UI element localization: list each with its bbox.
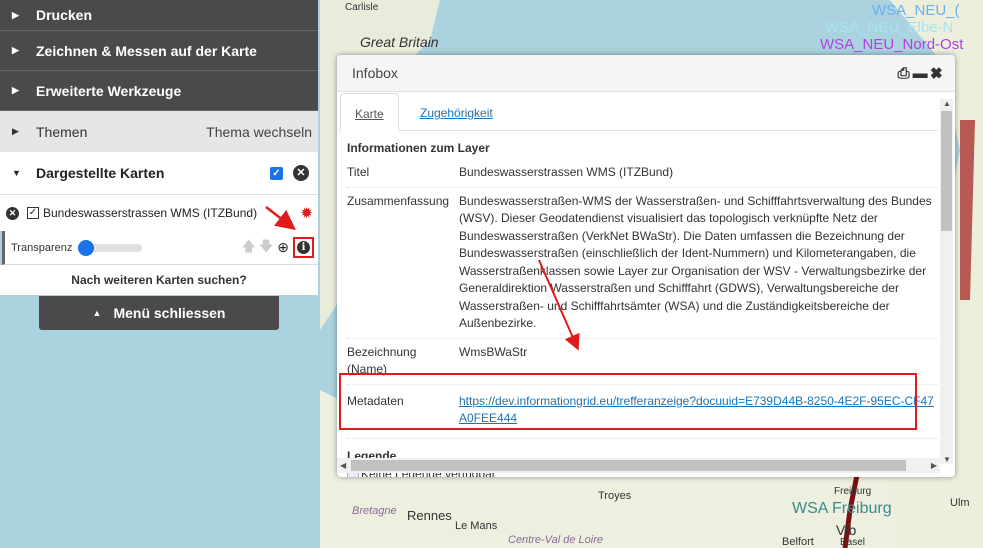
menu-item-label: Drucken xyxy=(36,7,93,23)
map-label: Troyes xyxy=(598,490,632,502)
close-menu-label: Menü schliessen xyxy=(113,305,226,321)
section-title: Informationen zum Layer xyxy=(347,141,490,155)
infobox-tabs: Karte Zugehörigkeit xyxy=(340,93,938,131)
transparency-row: Transparenz 🡅 🡇 ⊕ i xyxy=(2,231,318,265)
caret-right-icon: ▶ xyxy=(12,9,19,20)
tab-zugehoerigkeit[interactable]: Zugehörigkeit xyxy=(406,93,507,131)
print-icon[interactable]: ⎙ xyxy=(898,65,913,82)
row-value: Bundeswasserstrassen WMS (ITZBund) xyxy=(459,165,674,179)
shown-maps-checkbox[interactable]: ✓ xyxy=(270,166,283,180)
caret-right-icon: ▶ xyxy=(12,126,19,136)
info-row: Titel Bundeswasserstrassen WMS (ITZBund) xyxy=(347,159,937,188)
search-more-maps-link[interactable]: Nach weiteren Karten suchen? xyxy=(0,265,318,295)
map-label: Ulm xyxy=(950,497,970,509)
tab-karte[interactable]: Karte xyxy=(340,93,399,131)
info-icon: i xyxy=(297,241,310,254)
menu-item-zeichnen[interactable]: ▶ Zeichnen & Messen auf der Karte xyxy=(0,31,318,71)
map-label: WSA_NEU_Elbe-N xyxy=(825,19,954,36)
gear-icon[interactable]: ✹ xyxy=(300,204,313,222)
map-label: Bretagne xyxy=(352,505,397,517)
close-icon[interactable]: ✖ xyxy=(931,65,945,82)
row-key: Zusammenfassung xyxy=(347,193,450,208)
map-label: WSA_NEU_( xyxy=(872,2,960,19)
move-up-icon[interactable]: 🡅 xyxy=(241,236,255,260)
remove-layer-icon[interactable]: ✕ xyxy=(6,206,19,220)
zoom-to-layer-icon[interactable]: ⊕ xyxy=(277,239,289,256)
row-key: Titel xyxy=(347,165,370,179)
map-label: Vlb xyxy=(836,522,857,538)
map-label: Basel xyxy=(840,537,866,548)
map-label: Belfort xyxy=(782,536,814,548)
map-label: Centre-Val de Loire xyxy=(508,534,603,546)
caret-up-icon: ▲ xyxy=(92,308,102,318)
horizontal-scrollbar[interactable]: ◀ ▶ xyxy=(337,458,940,473)
map-label: WSA_NEU_Nord-Ost xyxy=(820,36,964,53)
caret-right-icon: ▶ xyxy=(12,85,19,95)
move-down-icon[interactable]: 🡇 xyxy=(259,236,273,260)
map-label: WSA Freiburg xyxy=(792,500,892,517)
map-label: Freiburg xyxy=(834,486,872,497)
menu-item-drucken[interactable]: ▶ Drucken xyxy=(0,0,318,31)
highlight-box xyxy=(339,373,917,430)
change-theme-link[interactable]: Thema wechseln xyxy=(206,124,312,140)
transparency-label: Transparenz xyxy=(11,241,73,254)
minimize-icon[interactable]: ▬ xyxy=(913,65,931,82)
caret-down-icon: ▼ xyxy=(12,168,21,178)
info-row: Zusammenfassung Bundeswasserstraßen-WMS d… xyxy=(347,188,937,339)
close-menu-button[interactable]: ▲ Menü schliessen xyxy=(39,296,279,330)
shown-maps-label: Dargestellte Karten xyxy=(36,165,165,181)
menu-item-label: Zeichnen & Messen auf der Karte xyxy=(36,42,257,59)
info-button[interactable]: i xyxy=(293,237,314,258)
slider-thumb[interactable] xyxy=(78,239,95,256)
infobox-header: Infobox ⎙▬✖ xyxy=(337,55,955,92)
transparency-slider[interactable] xyxy=(78,239,143,256)
menu-item-themen[interactable]: ▶ Themen Thema wechseln xyxy=(0,111,318,152)
shown-maps-header[interactable]: ▼ Dargestellte Karten ✓ ✕ xyxy=(0,152,318,195)
caret-right-icon: ▶ xyxy=(12,45,19,55)
layer-name: Bundeswasserstrassen WMS (ITZBund) xyxy=(43,206,258,220)
menu-item-label: Themen xyxy=(36,123,88,140)
infobox-dialog: Infobox ⎙▬✖ Karte Zugehörigkeit Informat… xyxy=(337,55,955,477)
side-menu: ▶ Drucken ▶ Zeichnen & Messen auf der Kart… xyxy=(0,0,318,295)
map-label: Rennes xyxy=(407,508,452,523)
layer-checkbox[interactable]: ✓ xyxy=(27,207,39,219)
row-value: Bundeswasserstraßen-WMS der Wasserstraße… xyxy=(459,193,932,331)
menu-item-label: Erweiterte Werkzeuge xyxy=(36,82,182,99)
map-label: Le Mans xyxy=(455,520,498,532)
menu-item-werkzeuge[interactable]: ▶ Erweiterte Werkzeuge xyxy=(0,71,318,111)
infobox-title: Infobox xyxy=(352,65,398,81)
vertical-scrollbar[interactable]: ▲ ▼ xyxy=(940,99,953,464)
remove-all-icon[interactable]: ✕ xyxy=(293,165,309,181)
layer-row: ✕ ✓ Bundeswasserstrassen WMS (ITZBund) ✹ xyxy=(0,195,318,231)
map-label: Carlisle xyxy=(345,2,379,13)
map-label: Great Britain xyxy=(360,34,439,50)
